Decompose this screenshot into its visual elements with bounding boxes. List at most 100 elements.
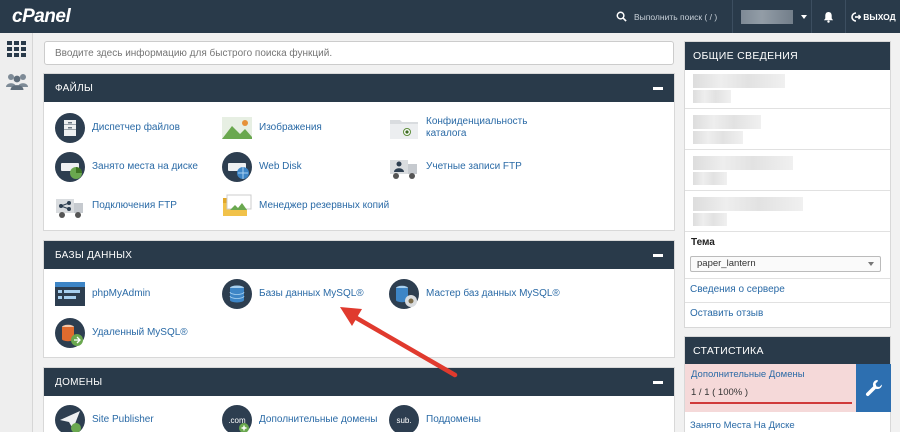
file-manager-label: Диспетчер файлов xyxy=(92,122,180,133)
function-search-input[interactable] xyxy=(44,41,674,65)
rail-home-button[interactable] xyxy=(0,33,33,65)
directory-privacy-label: Конфиденциальность каталога xyxy=(426,116,528,139)
collapse-icon[interactable] xyxy=(653,86,663,90)
svg-text:sub.: sub. xyxy=(396,416,411,425)
addon-domains-link[interactable]: .com Дополнительные домены xyxy=(221,404,377,432)
images-link[interactable]: Изображения xyxy=(221,112,322,144)
feedback-link[interactable]: Оставить отзыв xyxy=(690,308,763,319)
ftp-accounts-link[interactable]: Учетные записи FTP xyxy=(388,151,522,183)
addon-domains-icon: .com xyxy=(222,405,252,432)
statistics-title: СТАТИСТИКА xyxy=(685,337,890,365)
phpmyadmin-icon xyxy=(55,282,85,306)
user-menu[interactable] xyxy=(732,0,812,33)
ftp-connections-link[interactable]: Подключения FTP xyxy=(54,190,177,222)
users-icon xyxy=(5,74,28,90)
disk-usage-label: Занято места на диске xyxy=(92,161,198,172)
images-icon xyxy=(222,117,252,139)
redacted-text xyxy=(693,90,731,103)
addon-domains-label: Дополнительные домены xyxy=(259,414,378,425)
grid-icon xyxy=(7,41,26,57)
chevron-down-icon xyxy=(868,262,874,266)
disk-usage-icon xyxy=(55,152,85,182)
remote-mysql-icon xyxy=(55,318,85,348)
collapse-icon[interactable] xyxy=(653,253,663,257)
site-publisher-link[interactable]: Site Publisher xyxy=(54,404,154,432)
logout-icon xyxy=(851,11,862,22)
logout-button[interactable]: ВЫХОД xyxy=(847,0,900,33)
search-icon xyxy=(616,11,627,22)
site-publisher-label: Site Publisher xyxy=(92,414,154,425)
top-search[interactable]: Выполнить поиск ( / ) xyxy=(616,0,732,33)
remote-mysql-label: Удаленный MySQL® xyxy=(92,327,188,338)
notifications-button[interactable] xyxy=(812,0,846,33)
stat-disk-usage-label[interactable]: Занято Места На Диске xyxy=(690,420,795,431)
subdomains-label: Поддомены xyxy=(426,414,481,425)
backup-manager-icon xyxy=(223,194,252,216)
rail-users-button[interactable] xyxy=(0,65,33,97)
file-manager-link[interactable]: Диспетчер файлов xyxy=(54,112,180,144)
theme-select-value: paper_lantern xyxy=(697,258,756,269)
ftp-accounts-label: Учетные записи FTP xyxy=(426,161,522,172)
domains-panel: ДОМЕНЫ Site Publisher .com Дополнительны… xyxy=(43,367,675,432)
redacted-text xyxy=(693,156,793,170)
mysql-databases-link[interactable]: Базы данных MySQL® xyxy=(221,278,364,310)
images-label: Изображения xyxy=(259,122,322,133)
files-panel: ФАЙЛЫ Диспетчер файлов Изображения Конфи… xyxy=(43,73,675,231)
username-redacted xyxy=(741,9,793,24)
info-row-redacted xyxy=(685,70,890,109)
theme-label: Тема xyxy=(691,237,715,248)
backup-manager-link[interactable]: Менеджер резервных копий xyxy=(221,190,389,222)
directory-privacy-link[interactable]: Конфиденциальность каталога xyxy=(388,112,548,144)
disk-usage-link[interactable]: Занято места на диске xyxy=(54,151,198,183)
file-manager-icon xyxy=(55,113,85,143)
remote-mysql-link[interactable]: Удаленный MySQL® xyxy=(54,317,188,349)
mysql-wizard-label: Мастер баз данных MySQL® xyxy=(426,288,560,299)
stat-addon-domains[interactable]: Дополнительные Домены 1 / 1 ( 100% ) xyxy=(685,364,856,412)
top-bar: cPanel Выполнить поиск ( / ) ВЫХОД xyxy=(0,0,900,33)
subdomains-icon: sub. xyxy=(389,405,419,432)
stat-addon-domains-value: 1 / 1 ( 100% ) xyxy=(691,387,749,398)
phpmyadmin-link[interactable]: phpMyAdmin xyxy=(54,278,150,310)
ftp-connections-icon xyxy=(56,199,83,218)
cpanel-logo[interactable]: cPanel xyxy=(12,6,71,28)
redacted-text xyxy=(693,131,743,144)
backup-manager-label: Менеджер резервных копий xyxy=(259,200,390,211)
subdomains-link[interactable]: sub. Поддомены xyxy=(388,404,481,432)
logout-label: ВЫХОД xyxy=(863,11,896,22)
info-row-redacted xyxy=(685,150,890,191)
web-disk-label: Web Disk xyxy=(259,161,302,172)
top-search-placeholder: Выполнить поиск ( / ) xyxy=(634,11,718,22)
redacted-text xyxy=(693,213,727,226)
mysql-databases-label: Базы данных MySQL® xyxy=(259,288,364,299)
stat-addon-domains-label: Дополнительные Домены xyxy=(691,369,805,380)
files-panel-title: ФАЙЛЫ xyxy=(55,82,94,94)
site-publisher-icon xyxy=(55,405,85,432)
ftp-accounts-icon xyxy=(390,160,417,179)
web-disk-icon xyxy=(222,152,252,182)
directory-privacy-icon xyxy=(390,120,418,139)
ftp-connections-label: Подключения FTP xyxy=(92,200,177,211)
databases-panel-header[interactable]: БАЗЫ ДАННЫХ xyxy=(44,241,674,269)
redacted-text xyxy=(693,115,761,129)
domains-panel-header[interactable]: ДОМЕНЫ xyxy=(44,368,674,396)
left-rail xyxy=(0,33,33,432)
redacted-text xyxy=(693,172,727,185)
server-info-link[interactable]: Сведения о сервере xyxy=(690,284,785,295)
theme-select[interactable]: paper_lantern xyxy=(690,256,881,272)
phpmyadmin-label: phpMyAdmin xyxy=(92,288,151,299)
stat-manage-button[interactable] xyxy=(856,364,891,412)
info-row-redacted xyxy=(685,191,890,232)
mysql-wizard-icon xyxy=(389,279,419,309)
wrench-icon xyxy=(865,379,882,397)
redacted-text xyxy=(693,74,785,88)
collapse-icon[interactable] xyxy=(653,380,663,384)
databases-panel-title: БАЗЫ ДАННЫХ xyxy=(55,249,133,261)
web-disk-link[interactable]: Web Disk xyxy=(221,151,302,183)
mysql-wizard-link[interactable]: Мастер баз данных MySQL® xyxy=(388,278,560,310)
chevron-down-icon xyxy=(801,14,807,19)
files-panel-header[interactable]: ФАЙЛЫ xyxy=(44,74,674,102)
stat-addon-domains-progress xyxy=(690,402,852,404)
info-row-redacted xyxy=(685,109,890,150)
redacted-text xyxy=(693,197,803,211)
domains-panel-title: ДОМЕНЫ xyxy=(55,376,103,388)
